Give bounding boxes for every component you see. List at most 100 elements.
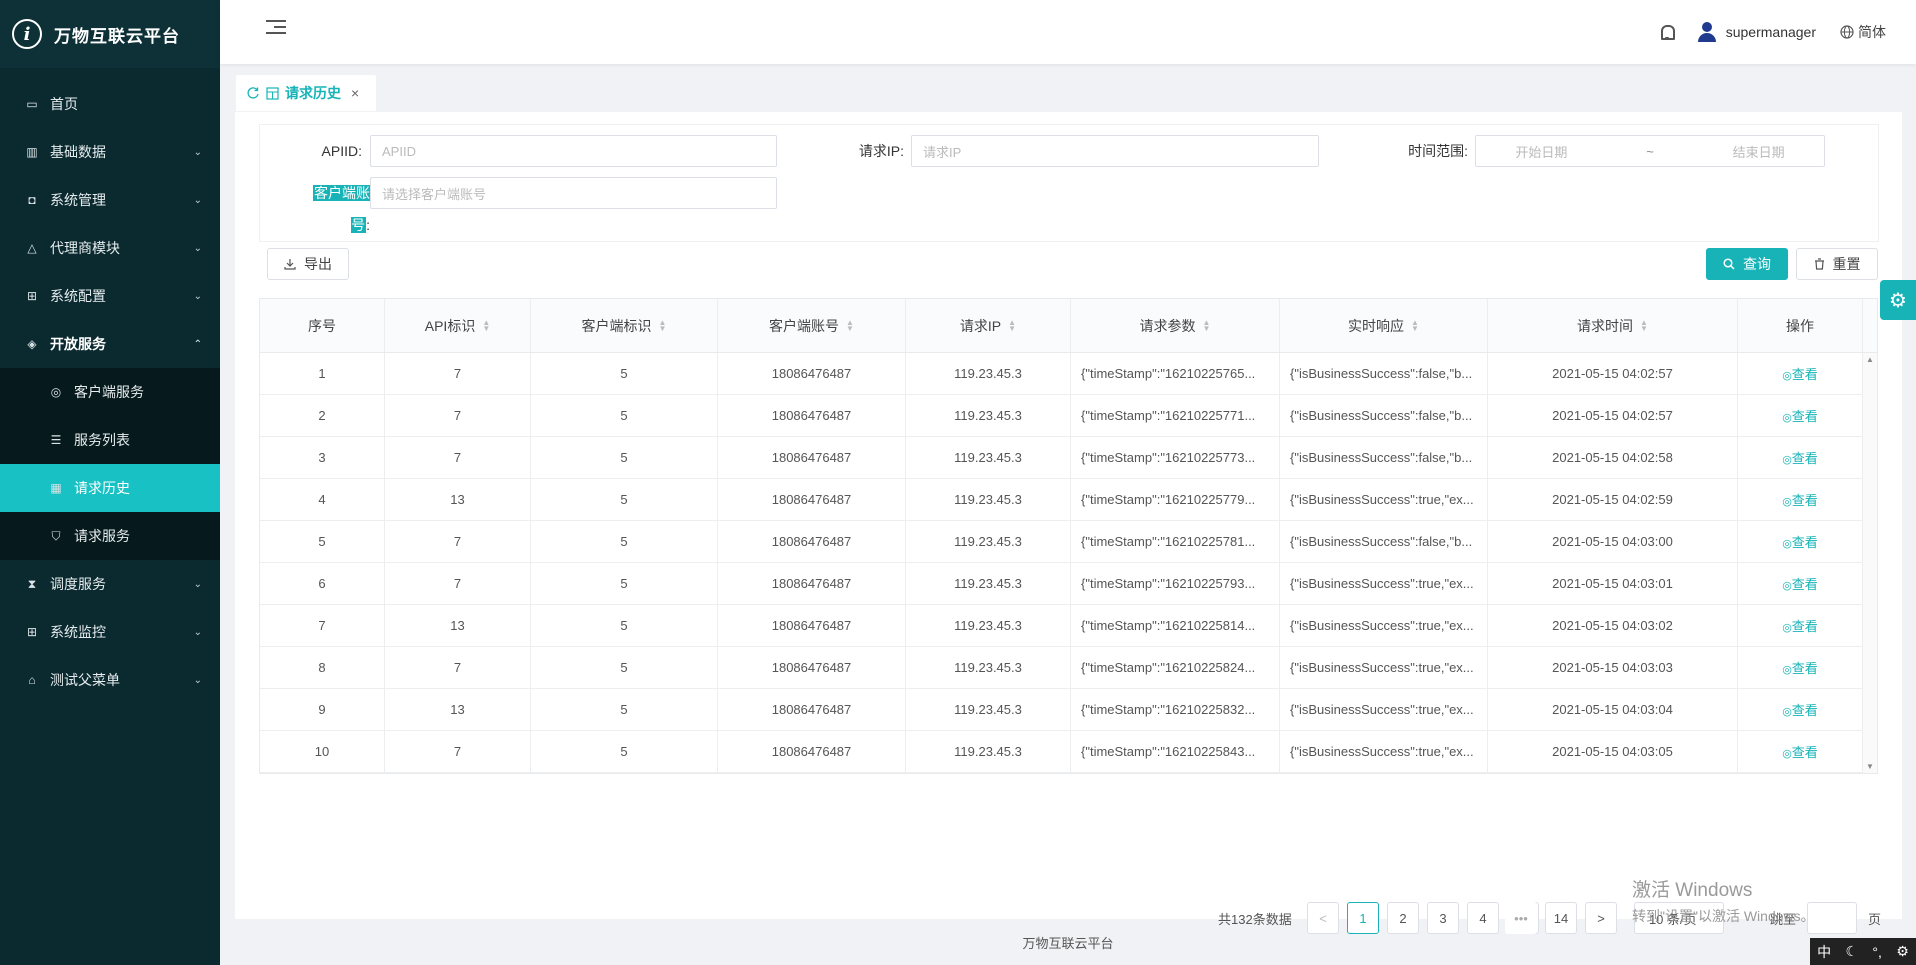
sidebar-item-label: 基础数据 [50, 144, 106, 160]
sort-icon[interactable]: ▲ ▼ [482, 318, 490, 332]
sort-icon[interactable]: ▲ ▼ [1203, 318, 1211, 332]
end-date-input[interactable]: 结束日期 [1733, 142, 1785, 161]
user-icon [1697, 22, 1716, 42]
table-cell: 2021-05-15 04:03:01 [1488, 563, 1738, 604]
moon-icon[interactable]: ☾ [1846, 943, 1859, 960]
column-header[interactable]: 客户端账号 ▲ ▼ [718, 299, 906, 352]
column-header[interactable]: 请求IP ▲ ▼ [906, 299, 1071, 352]
account-select[interactable]: 请选择客户端账号 [370, 177, 777, 209]
ip-input[interactable]: 请求IP [911, 135, 1319, 167]
watermark-line2: 转到"设置"以激活 Windows。 [1632, 908, 1815, 924]
table-cell: 3 [260, 437, 385, 478]
column-header-label: 客户端标识 [581, 317, 652, 334]
chevron-down-icon: ⌄ [193, 194, 202, 206]
column-header[interactable]: API标识 ▲ ▼ [385, 299, 531, 352]
table-cell: 5 [531, 689, 718, 730]
date-separator: ~ [1646, 143, 1654, 159]
view-button[interactable]: ◎查看 [1782, 448, 1818, 467]
sidebar-item[interactable]: ☰ 服务列表 [0, 416, 220, 464]
tab-request-history[interactable]: 请求历史 × [236, 75, 376, 111]
settings-gear-icon[interactable]: ⚙ [1880, 280, 1916, 320]
table-cell-action: ◎查看 [1738, 521, 1863, 562]
sort-icon[interactable]: ▲ ▼ [1411, 318, 1419, 332]
column-header[interactable]: 请求时间 ▲ ▼ [1488, 299, 1738, 352]
export-button[interactable]: 导出 [267, 248, 349, 280]
sidebar-item[interactable]: ◘ 系统管理 ⌄ [0, 176, 220, 224]
table-cell: {"timeStamp":"16210225779... [1071, 479, 1280, 520]
ime-lang-icon[interactable]: 中 [1817, 942, 1831, 962]
table-cell-action: ◎查看 [1738, 647, 1863, 688]
table-cell: 9 [260, 689, 385, 730]
table-cell: 7 [385, 563, 531, 604]
camera-icon: ◘ [28, 193, 36, 207]
view-button[interactable]: ◎查看 [1782, 532, 1818, 551]
table-scrollbar[interactable]: ▲ ▼ [1863, 353, 1877, 773]
table-cell: {"isBusinessSuccess":false,"b... [1280, 395, 1488, 436]
table-cell: {"timeStamp":"16210225773... [1071, 437, 1280, 478]
top-header: supermanager 简体 [220, 0, 1916, 64]
table-row: 1 7 5 18086476487 119.23.45.3 {"timeStamp":"1… [260, 353, 1877, 395]
sidebar-item[interactable]: ▭ 首页 [0, 80, 220, 128]
view-button[interactable]: ◎查看 [1782, 616, 1818, 635]
date-range-picker[interactable]: 开始日期 ~ 结束日期 [1475, 135, 1825, 167]
view-button[interactable]: ◎查看 [1782, 406, 1818, 425]
view-button[interactable]: ◎查看 [1782, 490, 1818, 509]
sidebar-item[interactable]: ⌂ 测试父菜单 ⌄ [0, 656, 220, 704]
column-header[interactable]: 请求参数 ▲ ▼ [1071, 299, 1280, 352]
query-button[interactable]: 查询 [1706, 248, 1788, 280]
reset-button[interactable]: 重置 [1796, 248, 1878, 280]
sidebar-item[interactable]: ▦ 请求历史 [0, 464, 220, 512]
refresh-icon[interactable] [246, 86, 260, 100]
sidebar-item[interactable]: ⧗ 调度服务 ⌄ [0, 560, 220, 608]
sidebar-item[interactable]: △ 代理商模块 ⌄ [0, 224, 220, 272]
sidebar-item[interactable]: ◈ 开放服务 ⌃ [0, 320, 220, 368]
table-cell: 119.23.45.3 [906, 731, 1071, 772]
column-header[interactable]: 实时响应 ▲ ▼ [1280, 299, 1488, 352]
menu-fold-icon[interactable] [266, 20, 286, 38]
view-button[interactable]: ◎查看 [1782, 574, 1818, 593]
sidebar-item[interactable]: ◎ 客户端服务 [0, 368, 220, 416]
table-cell: 5 [531, 353, 718, 394]
apiid-input[interactable]: APIID [370, 135, 777, 167]
eye-icon: ◎ [1782, 412, 1792, 424]
sort-icon[interactable]: ▲ ▼ [659, 318, 667, 332]
view-button[interactable]: ◎查看 [1782, 658, 1818, 677]
column-header[interactable]: 客户端标识 ▲ ▼ [531, 299, 718, 352]
table-cell: 5 [531, 395, 718, 436]
gear-icon[interactable]: ⚙ [1896, 943, 1909, 960]
globe-icon [1840, 25, 1854, 39]
column-header-label: 请求IP [959, 317, 1002, 334]
table-cell-action: ◎查看 [1738, 479, 1863, 520]
start-date-input[interactable]: 开始日期 [1515, 142, 1567, 161]
sort-icon[interactable]: ▲ ▼ [1008, 318, 1016, 332]
user-menu[interactable]: supermanager [1697, 22, 1816, 42]
sidebar-item[interactable]: ⛉ 请求服务 [0, 512, 220, 560]
column-header-label: 操作 [1786, 317, 1814, 334]
table-cell: 119.23.45.3 [906, 521, 1071, 562]
sidebar-item[interactable]: ⊞ 系统监控 ⌄ [0, 608, 220, 656]
table-cell: 2021-05-15 04:03:03 [1488, 647, 1738, 688]
punctuation-icon[interactable]: °, [1872, 944, 1882, 960]
view-button[interactable]: ◎查看 [1782, 364, 1818, 383]
chevron-down-icon: ⌄ [193, 242, 202, 254]
sort-icon[interactable]: ▲ ▼ [846, 318, 854, 332]
table-cell: 7 [385, 521, 531, 562]
sidebar-item[interactable]: ⊞ 系统配置 ⌄ [0, 272, 220, 320]
table-cell-action: ◎查看 [1738, 605, 1863, 646]
view-button[interactable]: ◎查看 [1782, 742, 1818, 761]
table-cell: 18086476487 [718, 731, 906, 772]
language-label: 简体 [1858, 24, 1886, 40]
sidebar-item[interactable]: ▥ 基础数据 ⌄ [0, 128, 220, 176]
sort-icon[interactable]: ▲ ▼ [1640, 318, 1648, 332]
bank-icon: ⌂ [28, 673, 36, 687]
view-button[interactable]: ◎查看 [1782, 700, 1818, 719]
table-cell: 5 [260, 521, 385, 562]
scroll-down-icon[interactable]: ▼ [1866, 762, 1874, 771]
close-icon[interactable]: × [351, 85, 359, 101]
logo[interactable]: i 万物互联云平台 [0, 0, 220, 68]
scroll-up-icon[interactable]: ▲ [1866, 355, 1874, 364]
sidebar-item-label: 系统配置 [50, 288, 106, 304]
bell-icon[interactable] [1660, 24, 1675, 40]
sidebar-menu: ▭ 首页 ▥ 基础数据 ⌄ ◘ 系统管理 ⌄ △ 代理商模块 ⌄ ⊞ 系统配置 ⌄ ◈ 开放服务 ⌃ ◎ 客户端服务… [0, 80, 220, 704]
language-switch[interactable]: 简体 [1840, 22, 1886, 42]
